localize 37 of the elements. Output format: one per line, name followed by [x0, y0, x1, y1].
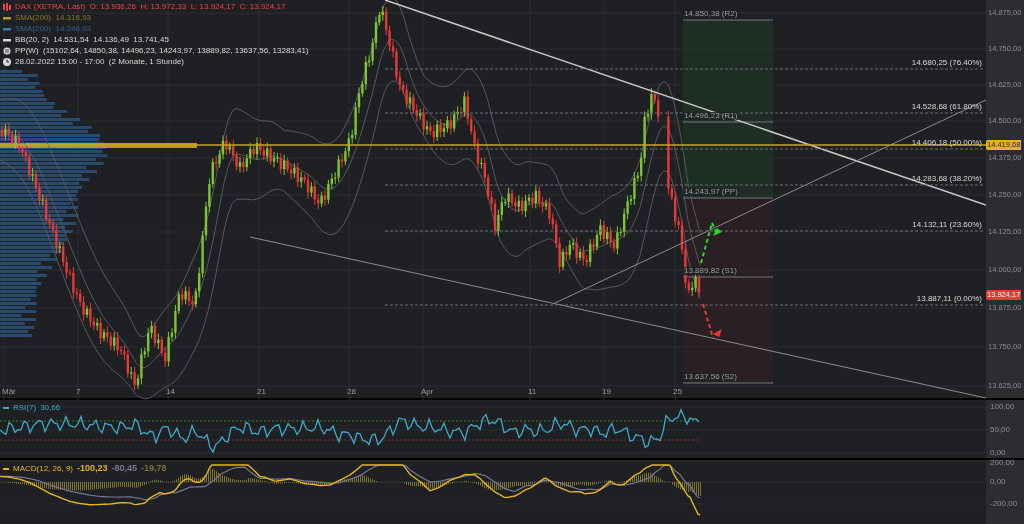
indicator-value: -80,45	[111, 464, 138, 473]
legend-text: PP(W) (15102,64, 14850,38, 14496,23, 14243,97, 13889,82, 13637,56, 13283,41)	[15, 47, 309, 55]
rsi-axis-label: 0,00	[990, 449, 1006, 457]
legend-text: 28.02.2022 15:00 - 17:00 (2 Monate, 1 Stunde)	[15, 58, 184, 66]
macd-axis-label: 200,00	[990, 459, 1015, 467]
pivot-label: 13.637,56 (S2)	[683, 373, 738, 381]
date-label: 14	[166, 388, 175, 396]
date-label: Mär	[2, 388, 16, 396]
date-label: 19	[602, 388, 611, 396]
rsi-axis-label: 50,00	[990, 426, 1011, 434]
pivot-label: 14.850,38 (R2)	[683, 10, 739, 18]
indicator-value: -100,23	[77, 464, 108, 473]
date-label: 11	[528, 388, 537, 396]
date-label: 7	[76, 388, 81, 396]
fibonacci-level-label: 13.887,11 (0.00%)	[916, 295, 982, 303]
fibonacci-level-label: 14.680,25 (76.40%)	[911, 59, 982, 67]
indicator-label: MACD(12, 26, 9)	[13, 464, 74, 473]
macd-axis-label: 0,00	[990, 478, 1006, 486]
pivot-label: 13.889,82 (S1)	[683, 267, 738, 275]
legend-text: BB(20, 2) 14.531,54 14.136,49 13.741,45	[15, 36, 169, 44]
fibonacci-level-label: 14.528,68 (61.80%)	[911, 103, 982, 111]
legend-text: SMA(200) 14.316,93	[15, 14, 92, 22]
indicator-label: RSI(7)	[13, 404, 37, 412]
date-label: 21	[257, 388, 266, 396]
legend-text: SMA(200) 14.246,03	[15, 25, 92, 33]
indicator-value: 30,66	[40, 404, 61, 412]
rsi-axis-label: 100,00	[990, 403, 1015, 411]
date-label: Apr	[421, 388, 434, 396]
indicator-value: -19,78	[141, 464, 167, 473]
pivot-label: 14.496,23 (R1)	[683, 112, 739, 120]
pivot-label: 14.243,97 (PP)	[683, 188, 739, 196]
date-label: 28	[347, 388, 356, 396]
legend-text: DAX (XETRA, Last) O: 13.936,26 H: 13.972,33 L: 13.924,17 C: 13.924,17	[15, 3, 286, 11]
date-label: 25	[673, 388, 682, 396]
macd-axis-label: -200,00	[990, 500, 1018, 508]
fibonacci-level-label: 14.283,68 (38.20%)	[911, 175, 982, 183]
fibonacci-level-label: 14.132,11 (23.60%)	[912, 221, 982, 229]
